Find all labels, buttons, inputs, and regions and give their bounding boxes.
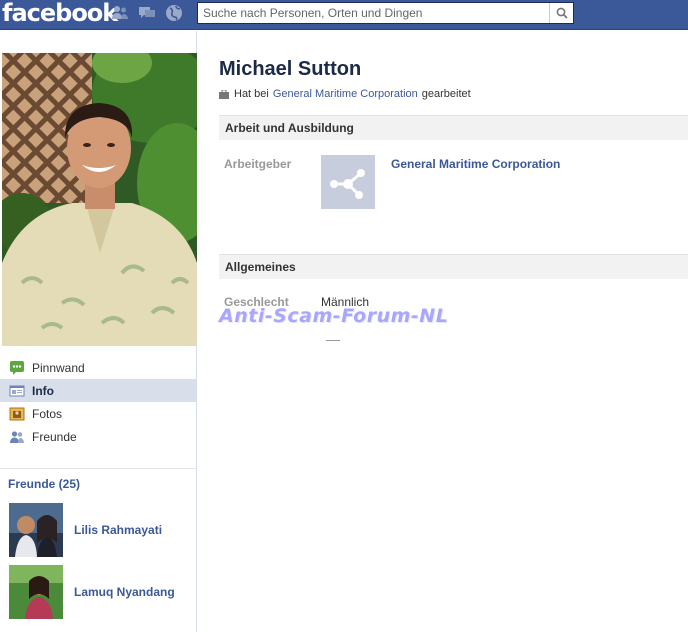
- profile-name[interactable]: Michael Sutton: [219, 58, 361, 81]
- friends-icon[interactable]: [110, 4, 130, 22]
- employer-label: Arbeitgeber: [224, 157, 292, 171]
- top-bar: facebook: [0, 0, 688, 30]
- magnifier-icon: [556, 7, 568, 19]
- info-icon: [9, 383, 25, 399]
- notifications-globe-icon[interactable]: [164, 4, 184, 22]
- main-content: Michael Sutton Hat bei General Maritime …: [198, 31, 688, 632]
- photos-icon: [9, 406, 25, 422]
- search-button[interactable]: [549, 3, 573, 23]
- divider-dash: [326, 340, 340, 341]
- nav-label: Info: [32, 383, 54, 398]
- nav-item-pinnwand[interactable]: Pinnwand: [0, 356, 196, 379]
- friend-name[interactable]: Lilis Rahmayati: [74, 523, 162, 537]
- friends-icon: [9, 429, 25, 445]
- friend-name[interactable]: Lamuq Nyandang: [74, 585, 175, 599]
- nav-label: Fotos: [32, 406, 63, 421]
- friend-item[interactable]: Lilis Rahmayati: [9, 503, 195, 557]
- organization-icon[interactable]: [321, 155, 375, 209]
- left-column: Pinnwand Info Fotos Freunde Freunde (25)…: [0, 31, 197, 632]
- friends-heading[interactable]: Freunde (25): [8, 477, 80, 491]
- facebook-logo[interactable]: facebook: [2, 0, 118, 27]
- wall-icon: [9, 360, 25, 376]
- nav-item-fotos[interactable]: Fotos: [0, 402, 196, 425]
- messages-icon[interactable]: [137, 4, 157, 22]
- nav-item-info[interactable]: Info: [0, 379, 196, 402]
- employer-name-link[interactable]: General Maritime Corporation: [391, 157, 560, 171]
- work-summary-company-link[interactable]: General Maritime Corporation: [273, 88, 418, 100]
- search-box: [197, 2, 574, 24]
- profile-nav: Pinnwand Info Fotos Freunde: [0, 356, 196, 448]
- nav-item-freunde[interactable]: Freunde: [0, 425, 196, 448]
- section-heading-general: Allgemeines: [219, 254, 688, 279]
- briefcase-icon: [219, 89, 229, 99]
- section-heading-work: Arbeit und Ausbildung: [219, 115, 688, 140]
- friend-avatar[interactable]: [9, 565, 63, 619]
- work-summary-suffix: gearbeitet: [421, 88, 471, 100]
- work-summary-prefix: Hat bei: [234, 88, 269, 100]
- search-input[interactable]: [198, 3, 549, 23]
- nav-label: Freunde: [32, 429, 77, 444]
- friend-item[interactable]: Lamuq Nyandang: [9, 565, 195, 619]
- nav-label: Pinnwand: [32, 360, 85, 375]
- work-summary: Hat bei General Maritime Corporation gea…: [219, 88, 471, 100]
- friend-avatar[interactable]: [9, 503, 63, 557]
- profile-picture[interactable]: [2, 53, 197, 346]
- watermark-text: Anti-Scam-Forum-NL: [219, 305, 449, 327]
- divider: [0, 468, 196, 469]
